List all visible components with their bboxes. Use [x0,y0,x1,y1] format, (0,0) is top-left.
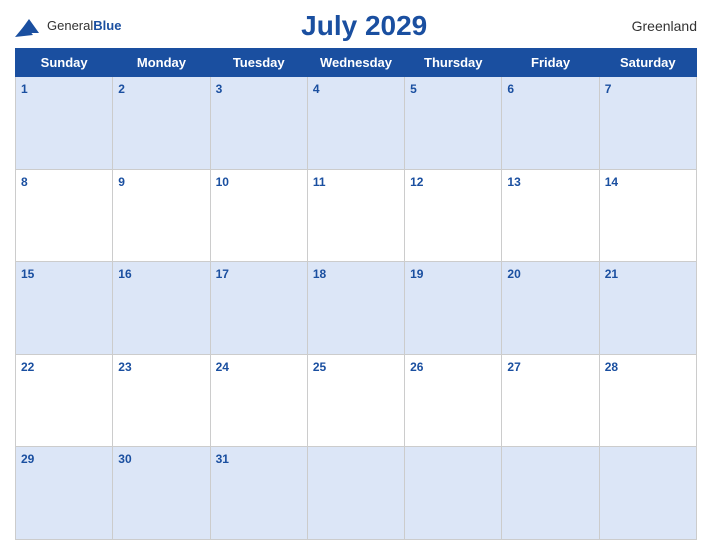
day-number: 19 [410,267,423,281]
calendar-week-row: 15 16 17 18 19 20 21 [16,262,697,355]
table-row: 10 [210,169,307,262]
day-number: 21 [605,267,618,281]
table-row: 24 [210,354,307,447]
calendar-header-row: Sunday Monday Tuesday Wednesday Thursday… [16,49,697,77]
col-friday: Friday [502,49,599,77]
region-label: Greenland [607,18,697,34]
table-row: 27 [502,354,599,447]
day-number: 20 [507,267,520,281]
table-row: 12 [405,169,502,262]
table-row [502,447,599,540]
table-row: 14 [599,169,696,262]
day-number: 23 [118,360,131,374]
logo-blue-label: Blue [93,18,121,33]
col-sunday: Sunday [16,49,113,77]
day-number: 29 [21,452,34,466]
calendar-week-row: 8 9 10 11 12 13 14 [16,169,697,262]
day-number: 1 [21,82,28,96]
day-number: 17 [216,267,229,281]
day-number: 9 [118,175,125,189]
table-row [405,447,502,540]
calendar-body: 1234567891011121314151617181920212223242… [16,77,697,540]
col-saturday: Saturday [599,49,696,77]
table-row: 28 [599,354,696,447]
day-number: 5 [410,82,417,96]
day-number: 7 [605,82,612,96]
day-number: 28 [605,360,618,374]
logo-bird-icon [15,15,43,37]
table-row: 9 [113,169,210,262]
table-row: 26 [405,354,502,447]
day-number: 13 [507,175,520,189]
table-row: 18 [307,262,404,355]
table-row: 17 [210,262,307,355]
calendar-title: July 2029 [121,10,607,42]
page-header: GeneralBlue July 2029 Greenland [15,10,697,42]
col-tuesday: Tuesday [210,49,307,77]
day-number: 8 [21,175,28,189]
calendar-table: Sunday Monday Tuesday Wednesday Thursday… [15,48,697,540]
table-row: 22 [16,354,113,447]
day-number: 27 [507,360,520,374]
col-thursday: Thursday [405,49,502,77]
col-monday: Monday [113,49,210,77]
table-row [307,447,404,540]
table-row: 4 [307,77,404,170]
table-row: 31 [210,447,307,540]
day-number: 3 [216,82,223,96]
table-row: 21 [599,262,696,355]
day-number: 24 [216,360,229,374]
day-number: 30 [118,452,131,466]
day-number: 18 [313,267,326,281]
day-number: 16 [118,267,131,281]
day-number: 12 [410,175,423,189]
table-row: 15 [16,262,113,355]
day-number: 10 [216,175,229,189]
table-row: 23 [113,354,210,447]
calendar-week-row: 29 30 31 [16,447,697,540]
table-row: 16 [113,262,210,355]
day-number: 22 [21,360,34,374]
day-number: 4 [313,82,320,96]
day-number: 2 [118,82,125,96]
table-row: 30 [113,447,210,540]
day-number: 26 [410,360,423,374]
logo-general-label: General [47,18,93,33]
day-number: 14 [605,175,618,189]
calendar-week-row: 1 2 3 4 5 6 7 [16,77,697,170]
day-number: 11 [313,175,326,189]
table-row: 6 [502,77,599,170]
table-row: 5 [405,77,502,170]
day-number: 31 [216,452,229,466]
table-row [599,447,696,540]
table-row: 1 [16,77,113,170]
table-row: 3 [210,77,307,170]
table-row: 11 [307,169,404,262]
day-number: 6 [507,82,514,96]
table-row: 8 [16,169,113,262]
table-row: 13 [502,169,599,262]
day-number: 15 [21,267,34,281]
table-row: 2 [113,77,210,170]
table-row: 19 [405,262,502,355]
col-wednesday: Wednesday [307,49,404,77]
table-row: 25 [307,354,404,447]
table-row: 7 [599,77,696,170]
table-row: 20 [502,262,599,355]
logo-general-text: GeneralBlue [47,17,121,35]
calendar-week-row: 22 23 24 25 26 27 28 [16,354,697,447]
day-number: 25 [313,360,326,374]
table-row: 29 [16,447,113,540]
logo: GeneralBlue [15,15,121,37]
